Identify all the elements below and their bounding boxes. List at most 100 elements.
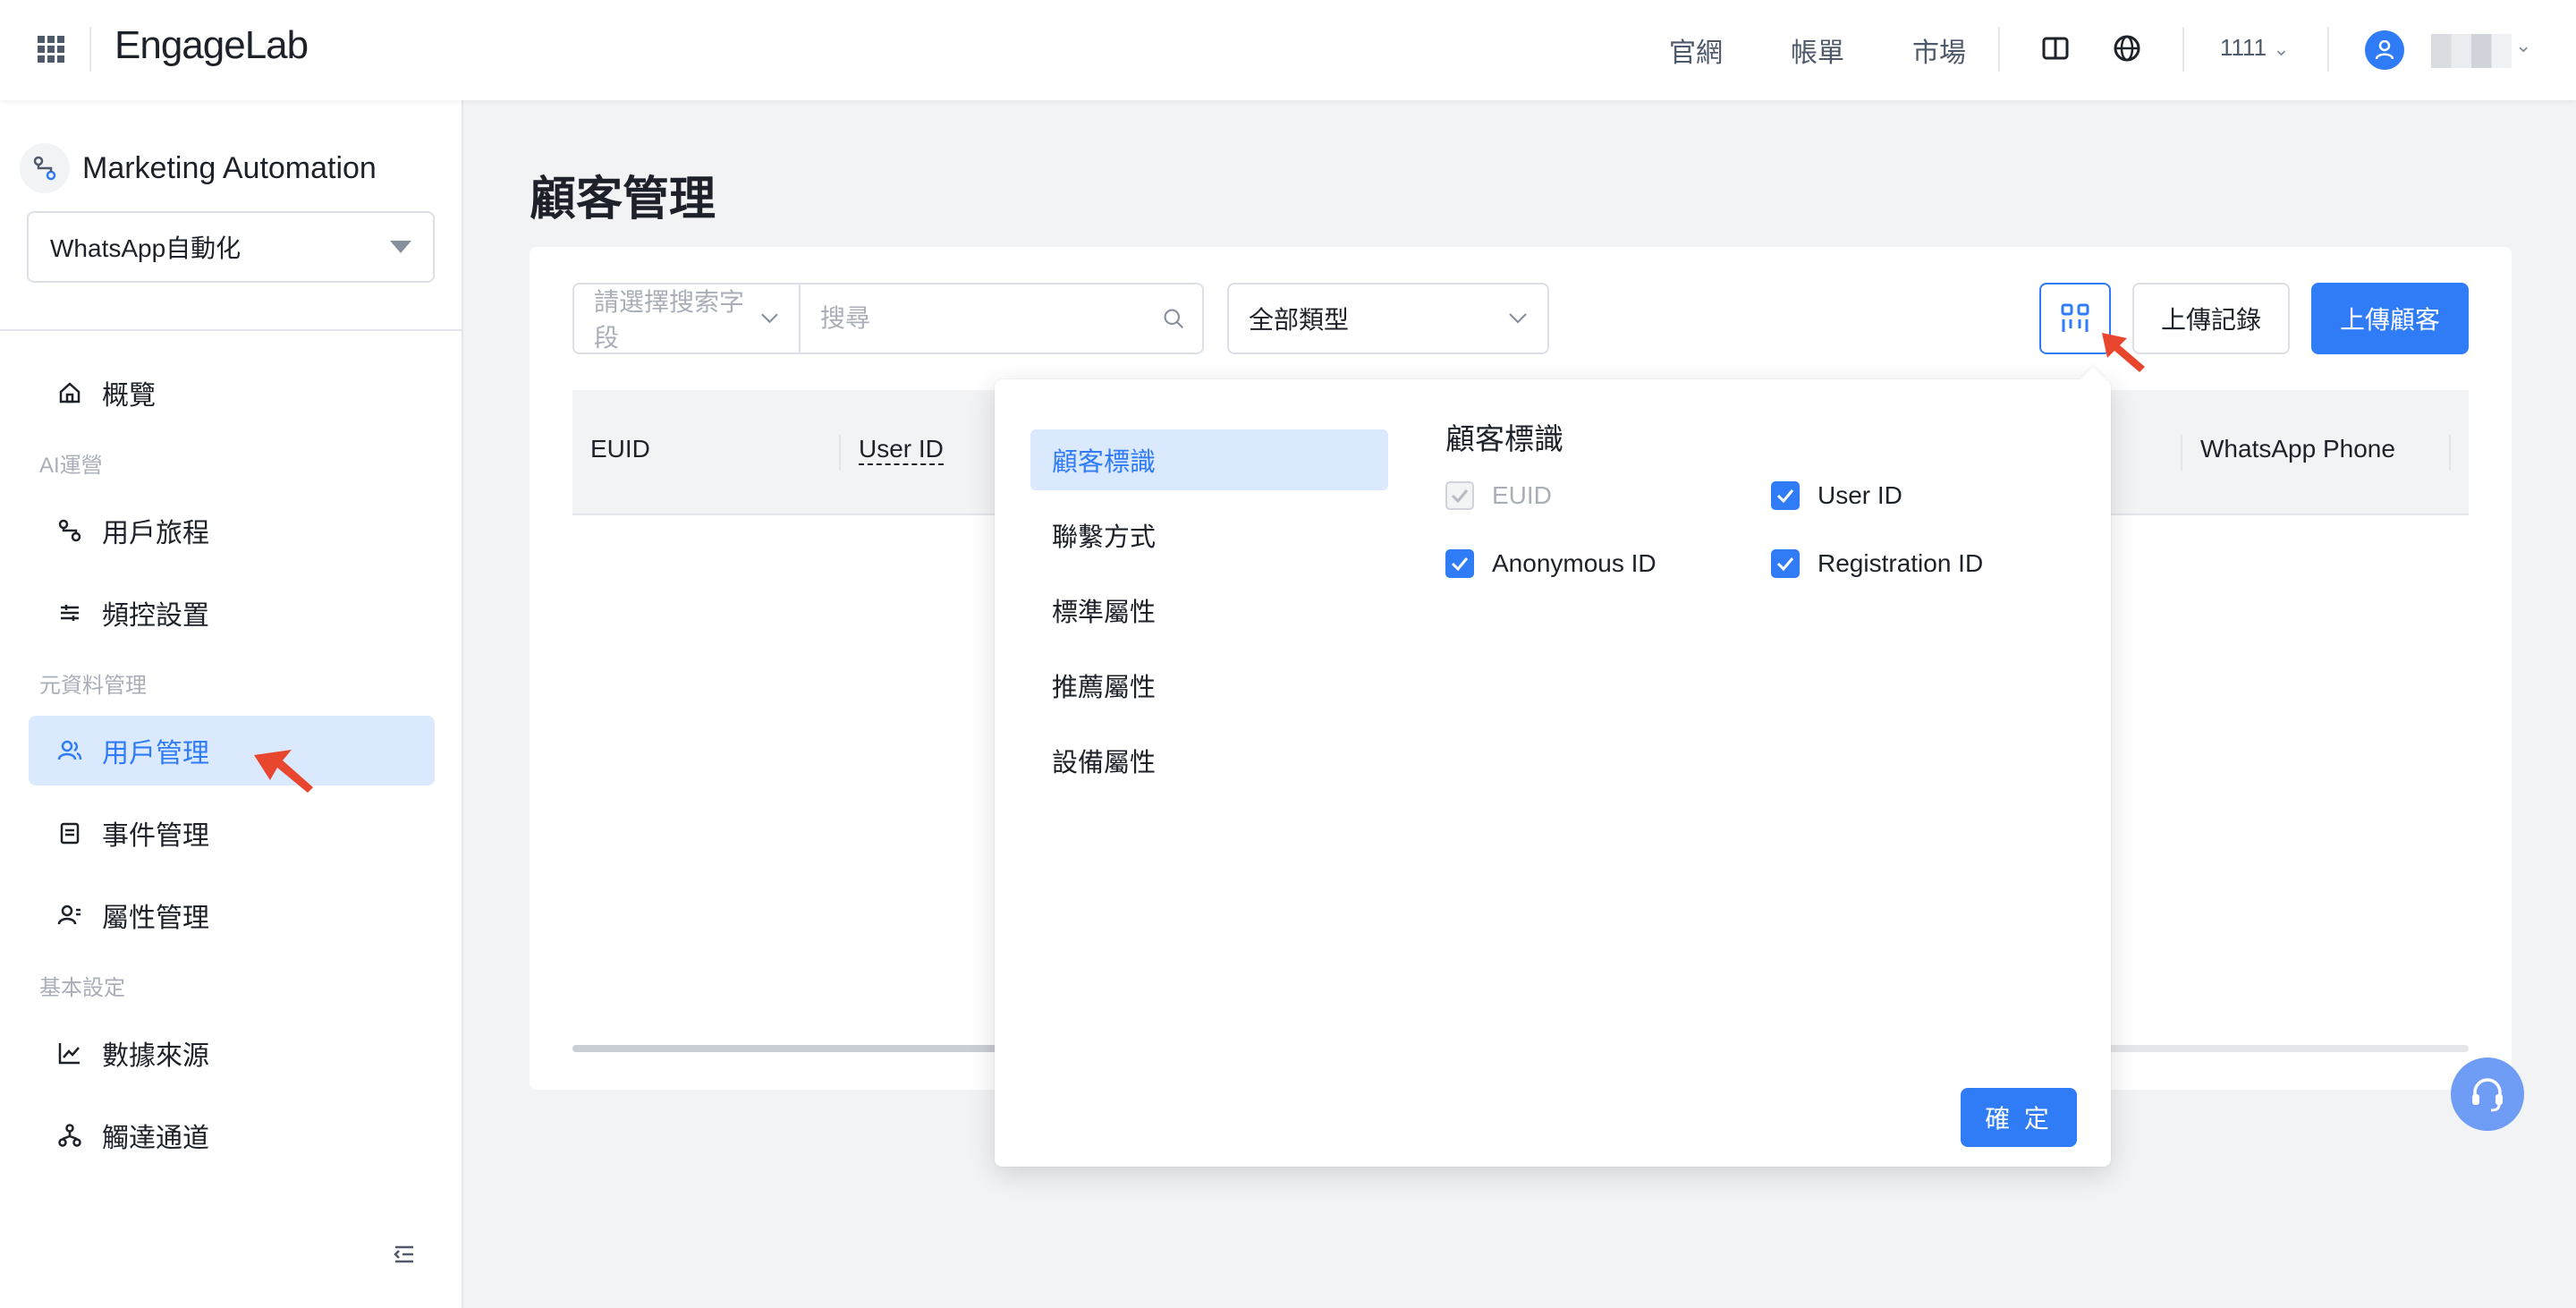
chevron-down-icon: ⌄ <box>2273 38 2290 60</box>
globe-icon[interactable] <box>2113 34 2141 63</box>
check-icon <box>1451 557 1469 571</box>
line-chart-icon <box>58 1043 80 1065</box>
checkbox-label: Anonymous ID <box>1492 549 1657 577</box>
check-icon <box>1776 557 1794 571</box>
search-field-placeholder: 請選擇搜索字段 <box>594 288 745 352</box>
home-icon <box>59 382 80 403</box>
user-icon <box>2376 40 2394 60</box>
checkbox-label: Registration ID <box>1818 549 1984 577</box>
search-group: 請選擇搜索字段 <box>572 283 1204 354</box>
check-icon <box>1776 489 1794 503</box>
sidebar-item-label: 概覽 <box>102 381 156 411</box>
upload-customers-button[interactable]: 上傳顧客 <box>2311 283 2469 354</box>
type-select[interactable]: 全部類型 <box>1227 283 1549 354</box>
checkbox-anonymous-id[interactable]: Anonymous ID <box>1445 549 1657 578</box>
user-name-blurred[interactable] <box>2431 34 2512 68</box>
user-avatar[interactable] <box>2365 30 2404 70</box>
users-icon <box>57 740 82 760</box>
project-select[interactable]: WhatsApp自動化 <box>27 211 435 283</box>
checkbox-box[interactable] <box>1771 549 1800 578</box>
chevron-down-icon <box>1509 313 1527 324</box>
nav-link-billing[interactable]: 帳單 <box>1791 30 1844 70</box>
column-settings-popover: 顧客標識 聯繫方式 標準屬性 推薦屬性 設備屬性 顧客標識 EUID User … <box>995 366 2111 1167</box>
category-device-attributes[interactable]: 設備屬性 <box>1030 730 1388 791</box>
checkbox-box[interactable] <box>1445 549 1474 578</box>
sliders-icon <box>61 605 79 621</box>
account-selector[interactable]: 1111 ⌄ <box>2220 34 2290 62</box>
sidebar-item-label: 觸達通道 <box>102 1124 209 1153</box>
sidebar-item-journey[interactable]: 用戶旅程 <box>29 496 435 565</box>
chevron-down-icon[interactable]: ⌄ <box>2515 34 2531 57</box>
sidebar-item-label: 屬性管理 <box>102 904 209 933</box>
sidebar-item-frequency[interactable]: 頻控設置 <box>29 578 435 648</box>
checkbox-box[interactable] <box>1771 481 1800 510</box>
checkbox-registration-id[interactable]: Registration ID <box>1771 549 1983 578</box>
nav-link-market[interactable]: 市場 <box>1912 30 1966 70</box>
annotation-arrow-icon <box>254 750 313 793</box>
annotation-arrow-icon <box>2102 333 2145 372</box>
collapse-sidebar-icon[interactable] <box>392 1242 417 1267</box>
top-bar: EngageLab 官網 帳單 市場 1111 ⌄ ⌄ <box>0 0 2576 100</box>
divider <box>0 329 462 331</box>
sidebar-item-users[interactable]: 用戶管理 <box>29 716 435 786</box>
column-settings-icon <box>2061 303 2089 332</box>
column-divider <box>2449 435 2451 471</box>
sidebar-item-label: 頻控設置 <box>102 601 209 631</box>
checkbox-label: EUID <box>1492 481 1552 509</box>
checkbox-label: User ID <box>1818 481 1902 509</box>
checkbox-box <box>1445 481 1474 510</box>
column-header-euid[interactable]: EUID <box>590 435 650 463</box>
search-icon[interactable] <box>1163 306 1184 331</box>
engagelab-logo[interactable]: EngageLab <box>114 23 309 68</box>
customer-support-button[interactable] <box>2451 1057 2524 1131</box>
category-customer-id[interactable]: 顧客標識 <box>1030 429 1388 490</box>
search-input[interactable] <box>801 285 1164 352</box>
nav-link-official[interactable]: 官網 <box>1669 30 1723 70</box>
project-select-value: WhatsApp自動化 <box>50 234 242 262</box>
column-divider <box>839 435 841 471</box>
confirm-button[interactable]: 確 定 <box>1961 1088 2077 1147</box>
column-divider <box>2181 435 2182 471</box>
group-title: 顧客標識 <box>1445 422 1563 455</box>
sidebar-item-channels[interactable]: 觸達通道 <box>29 1100 435 1170</box>
sidebar-item-overview[interactable]: 概覽 <box>29 358 435 428</box>
category-recommended-attributes[interactable]: 推薦屬性 <box>1030 655 1388 716</box>
book-icon[interactable] <box>2041 34 2070 63</box>
sidebar-item-datasource[interactable]: 數據來源 <box>29 1018 435 1088</box>
divider <box>89 27 91 72</box>
upload-history-button[interactable]: 上傳記錄 <box>2132 283 2290 354</box>
check-icon <box>1451 489 1469 503</box>
sidebar-item-events[interactable]: 事件管理 <box>29 798 435 868</box>
type-select-value: 全部類型 <box>1249 306 1350 334</box>
journey-icon <box>58 519 81 542</box>
sidebar-item-label: 數據來源 <box>102 1041 209 1071</box>
account-id: 1111 <box>2220 34 2267 61</box>
apps-grid-icon[interactable] <box>38 36 64 63</box>
nav-group-label: 基本設定 <box>39 976 125 1000</box>
sidebar-item-label: 用戶旅程 <box>102 519 209 548</box>
sidebar-item-label: 用戶管理 <box>102 739 209 769</box>
divider <box>2182 27 2184 72</box>
category-contact[interactable]: 聯繫方式 <box>1030 505 1388 565</box>
category-standard-attributes[interactable]: 標準屬性 <box>1030 580 1388 641</box>
divider <box>2327 27 2329 72</box>
caret-down-icon <box>390 241 411 253</box>
column-header-whatsapp-phone[interactable]: WhatsApp Phone <box>2200 435 2395 463</box>
user-tag-icon <box>57 905 80 925</box>
checkbox-user-id[interactable]: User ID <box>1771 481 1902 510</box>
search-field-select[interactable]: 請選擇搜索字段 <box>574 285 801 352</box>
checkbox-euid: EUID <box>1445 481 1552 510</box>
nav-group-label: 元資料管理 <box>39 674 147 698</box>
product-header: Marketing Automation <box>20 141 377 195</box>
clipboard-icon <box>60 822 80 845</box>
divider <box>1998 27 2000 72</box>
chevron-down-icon <box>761 313 778 324</box>
sidebar-item-attributes[interactable]: 屬性管理 <box>29 880 435 950</box>
headset-icon <box>2472 1078 2503 1112</box>
network-icon <box>58 1124 81 1147</box>
automation-icon <box>20 143 70 193</box>
product-name: Marketing Automation <box>82 150 377 185</box>
column-header-user-id[interactable]: User ID <box>859 435 944 465</box>
sidebar-item-label: 事件管理 <box>102 821 209 851</box>
nav-group-label: AI運營 <box>39 454 103 478</box>
